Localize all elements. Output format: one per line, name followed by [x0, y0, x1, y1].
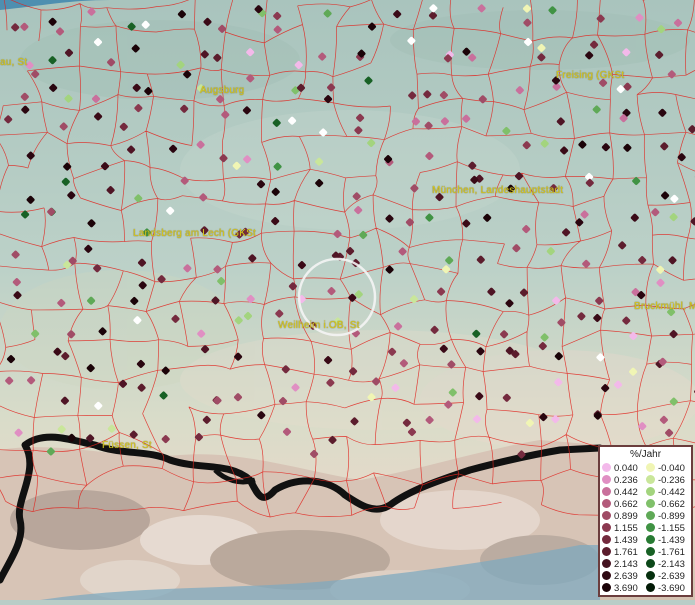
legend-label: 3.690 — [614, 583, 638, 594]
legend-item-pos: 1.439 — [602, 535, 638, 547]
legend-item-neg: -0.899 — [646, 511, 685, 523]
legend-swatch — [646, 523, 655, 532]
legend-label: 0.662 — [614, 499, 638, 510]
legend-swatch — [646, 475, 655, 484]
legend-swatch — [646, 547, 655, 556]
legend-swatch — [602, 559, 611, 568]
place-label-landsberg: Landsberg am Lech (GKSt — [133, 228, 256, 239]
legend-swatch — [646, 535, 655, 544]
legend-label: -1.439 — [658, 535, 685, 546]
legend-item-pos: 0.442 — [602, 487, 638, 499]
legend-title: %/Jahr — [600, 449, 691, 461]
legend-label: -2.143 — [658, 559, 685, 570]
legend-swatch — [646, 583, 655, 592]
legend-swatch — [602, 523, 611, 532]
legend-label: 1.439 — [614, 535, 638, 546]
legend-swatch — [602, 475, 611, 484]
legend-item-neg: -2.143 — [646, 559, 685, 571]
legend-label: -3.690 — [658, 583, 685, 594]
legend-label: 0.236 — [614, 475, 638, 486]
place-label-au: au, St — [0, 57, 27, 68]
legend-label: 1.761 — [614, 547, 638, 558]
legend-label: -1.155 — [658, 523, 685, 534]
legend-label: -0.442 — [658, 487, 685, 498]
legend-swatch — [602, 547, 611, 556]
legend-item-pos: 2.143 — [602, 559, 638, 571]
legend-label: 0.040 — [614, 463, 638, 474]
legend-swatch — [646, 571, 655, 580]
legend-swatch — [602, 499, 611, 508]
map-canvas[interactable]: au, St Augsburg Freising (GKSt München, … — [0, 0, 695, 600]
legend-item-neg: -0.442 — [646, 487, 685, 499]
legend-label: 0.899 — [614, 511, 638, 522]
legend-label: -0.236 — [658, 475, 685, 486]
legend-item-pos: 0.662 — [602, 499, 638, 511]
legend-item-neg: -2.639 — [646, 571, 685, 583]
legend-label: 2.143 — [614, 559, 638, 570]
legend-swatch — [602, 463, 611, 472]
legend-item-pos: 3.690 — [602, 583, 638, 595]
legend-item-pos: 2.639 — [602, 571, 638, 583]
legend-item-neg: -3.690 — [646, 583, 685, 595]
place-label-muenchen: München, Landeshauptstadt — [432, 185, 563, 196]
legend-label: -2.639 — [658, 571, 685, 582]
legend-item-neg: -1.155 — [646, 523, 685, 535]
legend-item-pos: 0.040 — [602, 463, 638, 475]
legend-swatch — [602, 511, 611, 520]
legend-label: -1.761 — [658, 547, 685, 558]
legend-label: -0.040 — [658, 463, 685, 474]
legend-item-pos: 1.761 — [602, 547, 638, 559]
legend-swatch — [602, 487, 611, 496]
map-layer[interactable] — [0, 0, 695, 600]
place-label-weilheim: Weilheim i.OB, St — [278, 320, 360, 331]
legend-item-neg: -0.662 — [646, 499, 685, 511]
legend-label: 2.639 — [614, 571, 638, 582]
legend: %/Jahr 0.040 -0.040 0.236 -0.236 0.442 -0.442… — [598, 445, 693, 597]
legend-swatch — [646, 463, 655, 472]
legend-swatch — [646, 511, 655, 520]
legend-swatch — [646, 559, 655, 568]
legend-item-pos: 1.155 — [602, 523, 638, 535]
place-label-augsburg: Augsburg — [200, 85, 244, 96]
place-label-fuessen: Füssen, St — [102, 440, 152, 451]
legend-item-neg: -0.236 — [646, 475, 685, 487]
legend-item-pos: 0.899 — [602, 511, 638, 523]
legend-label: -0.662 — [658, 499, 685, 510]
legend-item-pos: 0.236 — [602, 475, 638, 487]
legend-swatch — [602, 583, 611, 592]
place-label-bruckmuehl: Bruckmühl, M — [634, 301, 695, 312]
legend-item-neg: -1.761 — [646, 547, 685, 559]
legend-swatch — [602, 571, 611, 580]
place-label-freising: Freising (GKSt — [556, 70, 624, 81]
legend-item-neg: -0.040 — [646, 463, 685, 475]
legend-label: -0.899 — [658, 511, 685, 522]
legend-label: 1.155 — [614, 523, 638, 534]
legend-swatch — [646, 487, 655, 496]
legend-item-neg: -1.439 — [646, 535, 685, 547]
legend-swatch — [646, 499, 655, 508]
legend-label: 0.442 — [614, 487, 638, 498]
legend-swatch — [602, 535, 611, 544]
